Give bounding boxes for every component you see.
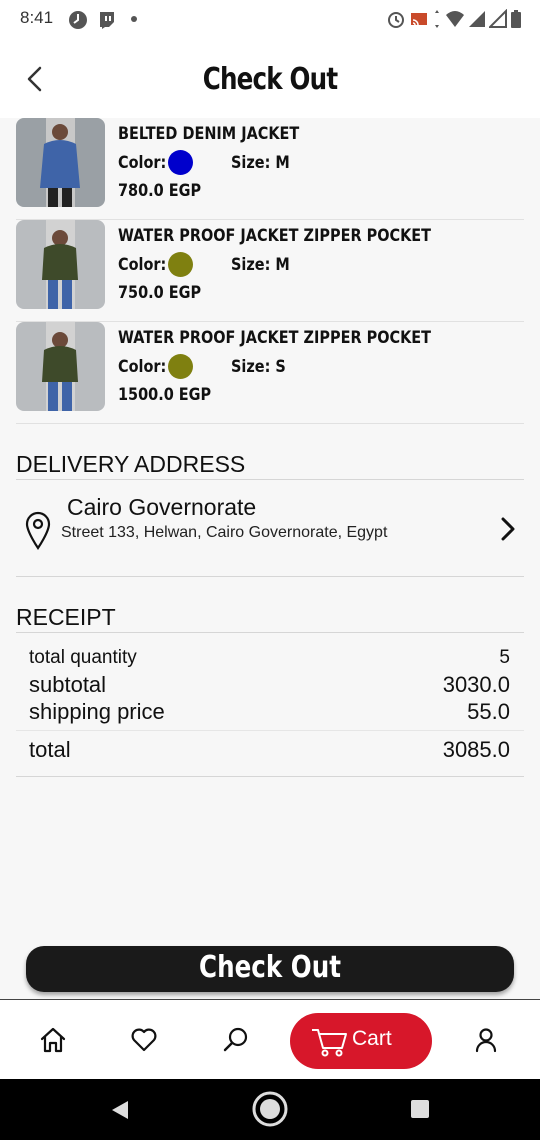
item-size: Size: S	[231, 357, 286, 377]
product-image	[16, 220, 105, 309]
color-swatch	[168, 252, 193, 277]
item-name: WATER PROOF JACKET ZIPPER POCKET	[118, 328, 432, 348]
address-line: Street 133, Helwan, Cairo Governorate, E…	[61, 524, 388, 541]
cart-icon	[312, 1029, 347, 1057]
receipt-value: 5	[499, 647, 510, 668]
signal-icon-1	[469, 11, 485, 27]
item-color-label: Color:	[118, 153, 167, 173]
product-image	[16, 118, 105, 207]
checkout-button[interactable]: Check Out	[26, 946, 514, 992]
item-size: Size: M	[231, 255, 290, 275]
home-icon[interactable]	[39, 1026, 67, 1054]
page-title: Check Out	[202, 62, 338, 97]
signal-icon-2	[489, 9, 507, 28]
location-pin-icon	[25, 511, 51, 550]
product-image	[16, 322, 105, 411]
receipt-value: 3030.0	[442, 672, 510, 697]
item-price: 780.0 EGP	[118, 181, 202, 201]
clock-app-icon	[69, 11, 87, 29]
receipt-total-label: total	[29, 737, 71, 762]
checkout-button-label: Check Out	[199, 950, 341, 985]
item-name: WATER PROOF JACKET ZIPPER POCKET	[118, 226, 432, 246]
app-header: Check Out	[0, 40, 540, 118]
cast-icon	[411, 13, 427, 26]
item-color-label: Color:	[118, 255, 167, 275]
item-name: BELTED DENIM JACKET	[118, 124, 300, 144]
receipt-label: total quantity	[29, 647, 137, 668]
cart-nav-button[interactable]: Cart	[290, 1013, 432, 1069]
cart-items-list: BELTED DENIM JACKET Color: Size: M 780.0…	[16, 118, 524, 424]
color-swatch	[168, 354, 193, 379]
cart-nav-label: Cart	[352, 1027, 392, 1050]
address-city: Cairo Governorate	[67, 494, 257, 520]
battery-icon	[511, 10, 521, 28]
receipt-label: subtotal	[29, 672, 107, 697]
cart-item[interactable]: BELTED DENIM JACKET Color: Size: M 780.0…	[16, 118, 524, 220]
wifi-icon	[446, 11, 464, 27]
item-price: 750.0 EGP	[118, 283, 202, 303]
item-size: Size: M	[231, 153, 290, 173]
profile-icon[interactable]	[472, 1026, 500, 1054]
system-nav-bar	[0, 1079, 540, 1140]
heart-icon[interactable]	[130, 1026, 158, 1054]
bottom-nav: Cart	[0, 999, 540, 1079]
recents-square-icon[interactable]	[410, 1099, 430, 1119]
data-arrows-icon	[435, 10, 439, 28]
divider	[16, 776, 524, 777]
divider	[16, 730, 524, 731]
receipt-title: RECEIPT	[16, 604, 116, 630]
receipt-total-value: 3085.0	[442, 737, 510, 762]
chevron-right-icon[interactable]	[496, 514, 520, 544]
status-time: 8:41	[20, 8, 54, 27]
receipt-label: shipping price	[29, 699, 165, 724]
divider	[16, 479, 524, 480]
item-price: 1500.0 EGP	[118, 385, 212, 405]
dot-icon	[131, 16, 137, 22]
twitch-icon	[100, 12, 114, 29]
cart-item[interactable]: WATER PROOF JACKET ZIPPER POCKET Color: …	[16, 220, 524, 322]
cart-item[interactable]: WATER PROOF JACKET ZIPPER POCKET Color: …	[16, 322, 524, 424]
color-swatch	[168, 150, 193, 175]
divider	[16, 576, 524, 577]
status-icons	[386, 9, 522, 29]
receipt-value: 55.0	[467, 699, 510, 724]
alarm-icon	[388, 12, 404, 28]
status-bar: 8:41	[0, 0, 540, 40]
item-color-label: Color:	[118, 357, 167, 377]
delivery-address-title: DELIVERY ADDRESS	[16, 451, 246, 477]
divider	[16, 632, 524, 633]
back-triangle-icon[interactable]	[108, 1099, 130, 1121]
home-circle-icon[interactable]	[252, 1091, 288, 1127]
search-icon[interactable]	[222, 1026, 250, 1054]
